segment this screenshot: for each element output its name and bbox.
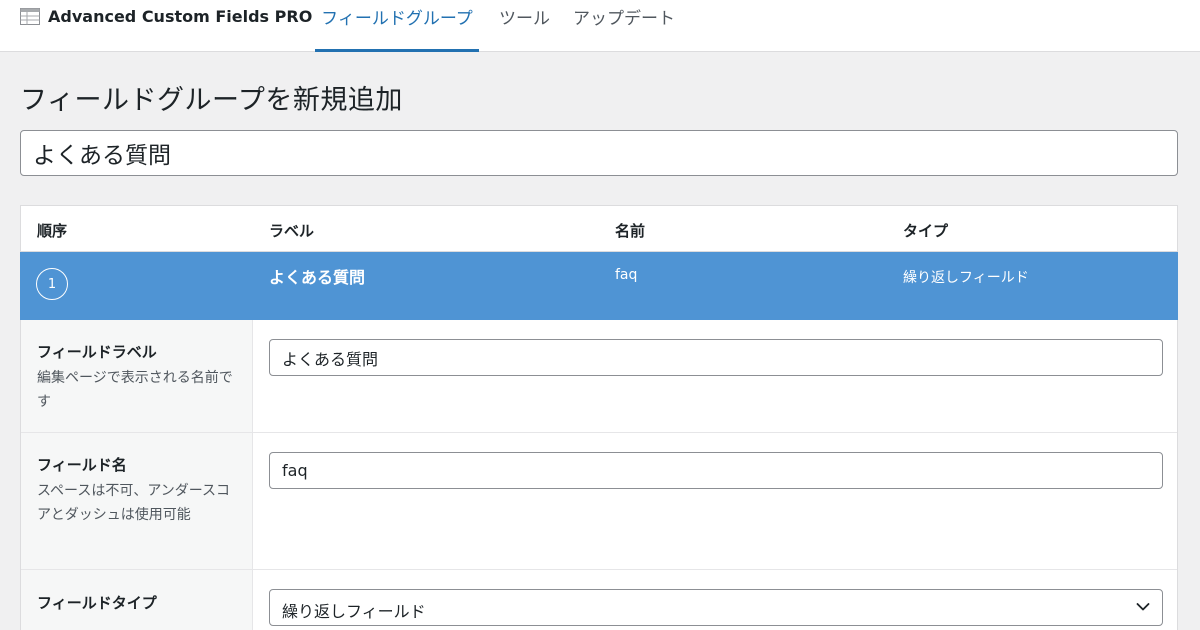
page-title: フィールドグループを新規追加 [20, 85, 403, 116]
field-row-active[interactable]: 1 よくある質問 faq 繰り返しフィールド [20, 252, 1178, 320]
fields-panel: 順序 ラベル 名前 タイプ 1 よくある質問 faq 繰り返しフィールド フィー… [20, 205, 1178, 630]
field-order-badge[interactable]: 1 [36, 268, 68, 300]
field-type-selected-value: 繰り返しフィールド [282, 602, 426, 621]
setting-field-label: フィールドラベル 編集ページで表示される名前です [21, 320, 1177, 433]
column-header-order: 順序 [37, 222, 68, 240]
tab-updates[interactable]: アップデート [573, 0, 675, 52]
field-label-input[interactable] [269, 339, 1163, 376]
column-header-label: ラベル [269, 222, 315, 240]
setting-description-field-label: 編集ページで表示される名前です [37, 370, 233, 410]
brand: Advanced Custom Fields PRO [20, 5, 312, 27]
setting-side: フィールドラベル 編集ページで表示される名前です [21, 320, 253, 432]
field-row-type: 繰り返しフィールド [903, 270, 1029, 286]
field-type-select[interactable]: 繰り返しフィールド [269, 589, 1163, 626]
fields-table-header: 順序 ラベル 名前 タイプ [21, 206, 1177, 252]
setting-description-field-name: スペースは不可、アンダースコアとダッシュは使用可能 [37, 483, 231, 523]
chevron-down-icon [1136, 603, 1150, 611]
field-row-name: faq [615, 267, 638, 283]
column-header-name: 名前 [615, 222, 646, 240]
setting-field-name: フィールド名 スペースは不可、アンダースコアとダッシュは使用可能 [21, 433, 1177, 570]
tab-tools[interactable]: ツール [499, 0, 550, 52]
field-name-input[interactable] [269, 452, 1163, 489]
table-icon [20, 7, 40, 25]
column-header-type: タイプ [903, 222, 949, 240]
setting-label-field-name: フィールド名 [37, 456, 127, 474]
top-nav-bar: Advanced Custom Fields PRO フィールドグループ ツール… [0, 0, 1200, 52]
setting-field-type: フィールドタイプ 繰り返しフィールド [21, 570, 1177, 630]
setting-side: フィールド名 スペースは不可、アンダースコアとダッシュは使用可能 [21, 433, 253, 569]
setting-side: フィールドタイプ [21, 570, 253, 630]
tab-field-groups[interactable]: フィールドグループ [315, 0, 479, 52]
field-group-title-input[interactable] [20, 130, 1178, 176]
setting-label-field-label: フィールドラベル [37, 343, 157, 361]
setting-label-field-type: フィールドタイプ [37, 594, 157, 612]
field-row-label[interactable]: よくある質問 [269, 264, 365, 288]
brand-name: Advanced Custom Fields PRO [48, 6, 313, 26]
